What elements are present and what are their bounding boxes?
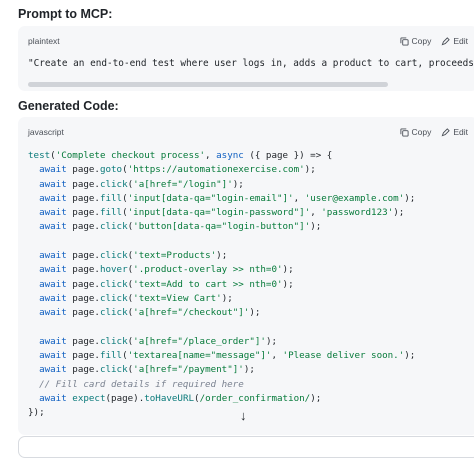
code-line: test('Complete checkout process', async …	[28, 150, 333, 161]
edit-button[interactable]: Edit	[441, 36, 468, 46]
code-line: await page.click('a[href="/checkout"]');	[39, 307, 261, 319]
copy-button[interactable]: Copy	[399, 127, 432, 137]
edit-label: Edit	[453, 127, 468, 137]
code-line: await page.click('button[data-qa="login-…	[39, 221, 322, 233]
code-line: await page.click('text=Products');	[39, 250, 228, 262]
code-block-header: plaintext Copy Edit	[28, 26, 474, 50]
code-line: await page.click('a[href="/login"]');	[39, 178, 244, 190]
copy-label: Copy	[411, 127, 432, 137]
language-label: plaintext	[28, 36, 60, 46]
arrow-down-icon[interactable]: ↓	[240, 408, 247, 423]
message-input-box[interactable]	[18, 436, 474, 458]
language-label: javascript	[28, 127, 64, 137]
code-line: await expect(page).toHaveURL(/order_conf…	[39, 393, 322, 405]
code-line: // Fill card details if required here	[28, 378, 244, 390]
code-line: await page.fill('input[data-qa="login-pa…	[39, 207, 405, 219]
copy-icon	[399, 127, 409, 137]
horizontal-scrollbar[interactable]	[28, 82, 388, 87]
copy-label: Copy	[411, 36, 432, 46]
prompt-heading: Prompt to MCP:	[18, 7, 113, 21]
code-line: await page.click('text=View Cart');	[39, 292, 233, 304]
prompt-code-block: plaintext Copy Edit "Create an end-to-en…	[18, 26, 474, 91]
pencil-icon	[441, 127, 451, 136]
code-line: await page.click('a[href="/payment"]');	[39, 364, 255, 376]
code-line: await page.fill('textarea[name="message"…	[39, 350, 416, 362]
pencil-icon	[441, 36, 451, 45]
generated-code-block: javascript Copy Edit test('Complete chec…	[18, 117, 474, 435]
edit-label: Edit	[453, 36, 468, 46]
copy-icon	[399, 36, 409, 46]
generated-code-heading: Generated Code:	[18, 99, 119, 113]
code-line: await page.hover('.product-overlay >> nt…	[39, 264, 294, 276]
prompt-text: "Create an end-to-end test where user lo…	[28, 58, 474, 69]
code-line: });	[28, 407, 45, 419]
code-content: test('Complete checkout process', async …	[28, 149, 415, 421]
code-line: await page.click('text=Add to cart >> nt…	[39, 278, 294, 290]
copy-button[interactable]: Copy	[399, 36, 432, 46]
code-line: await page.goto('https://automationexerc…	[39, 164, 316, 176]
code-block-header: javascript Copy Edit	[28, 117, 474, 141]
code-line: await page.fill('input[data-qa="login-em…	[39, 192, 416, 204]
code-line: await page.click('a[href="/place_order"]…	[39, 335, 278, 347]
edit-button[interactable]: Edit	[441, 127, 468, 137]
